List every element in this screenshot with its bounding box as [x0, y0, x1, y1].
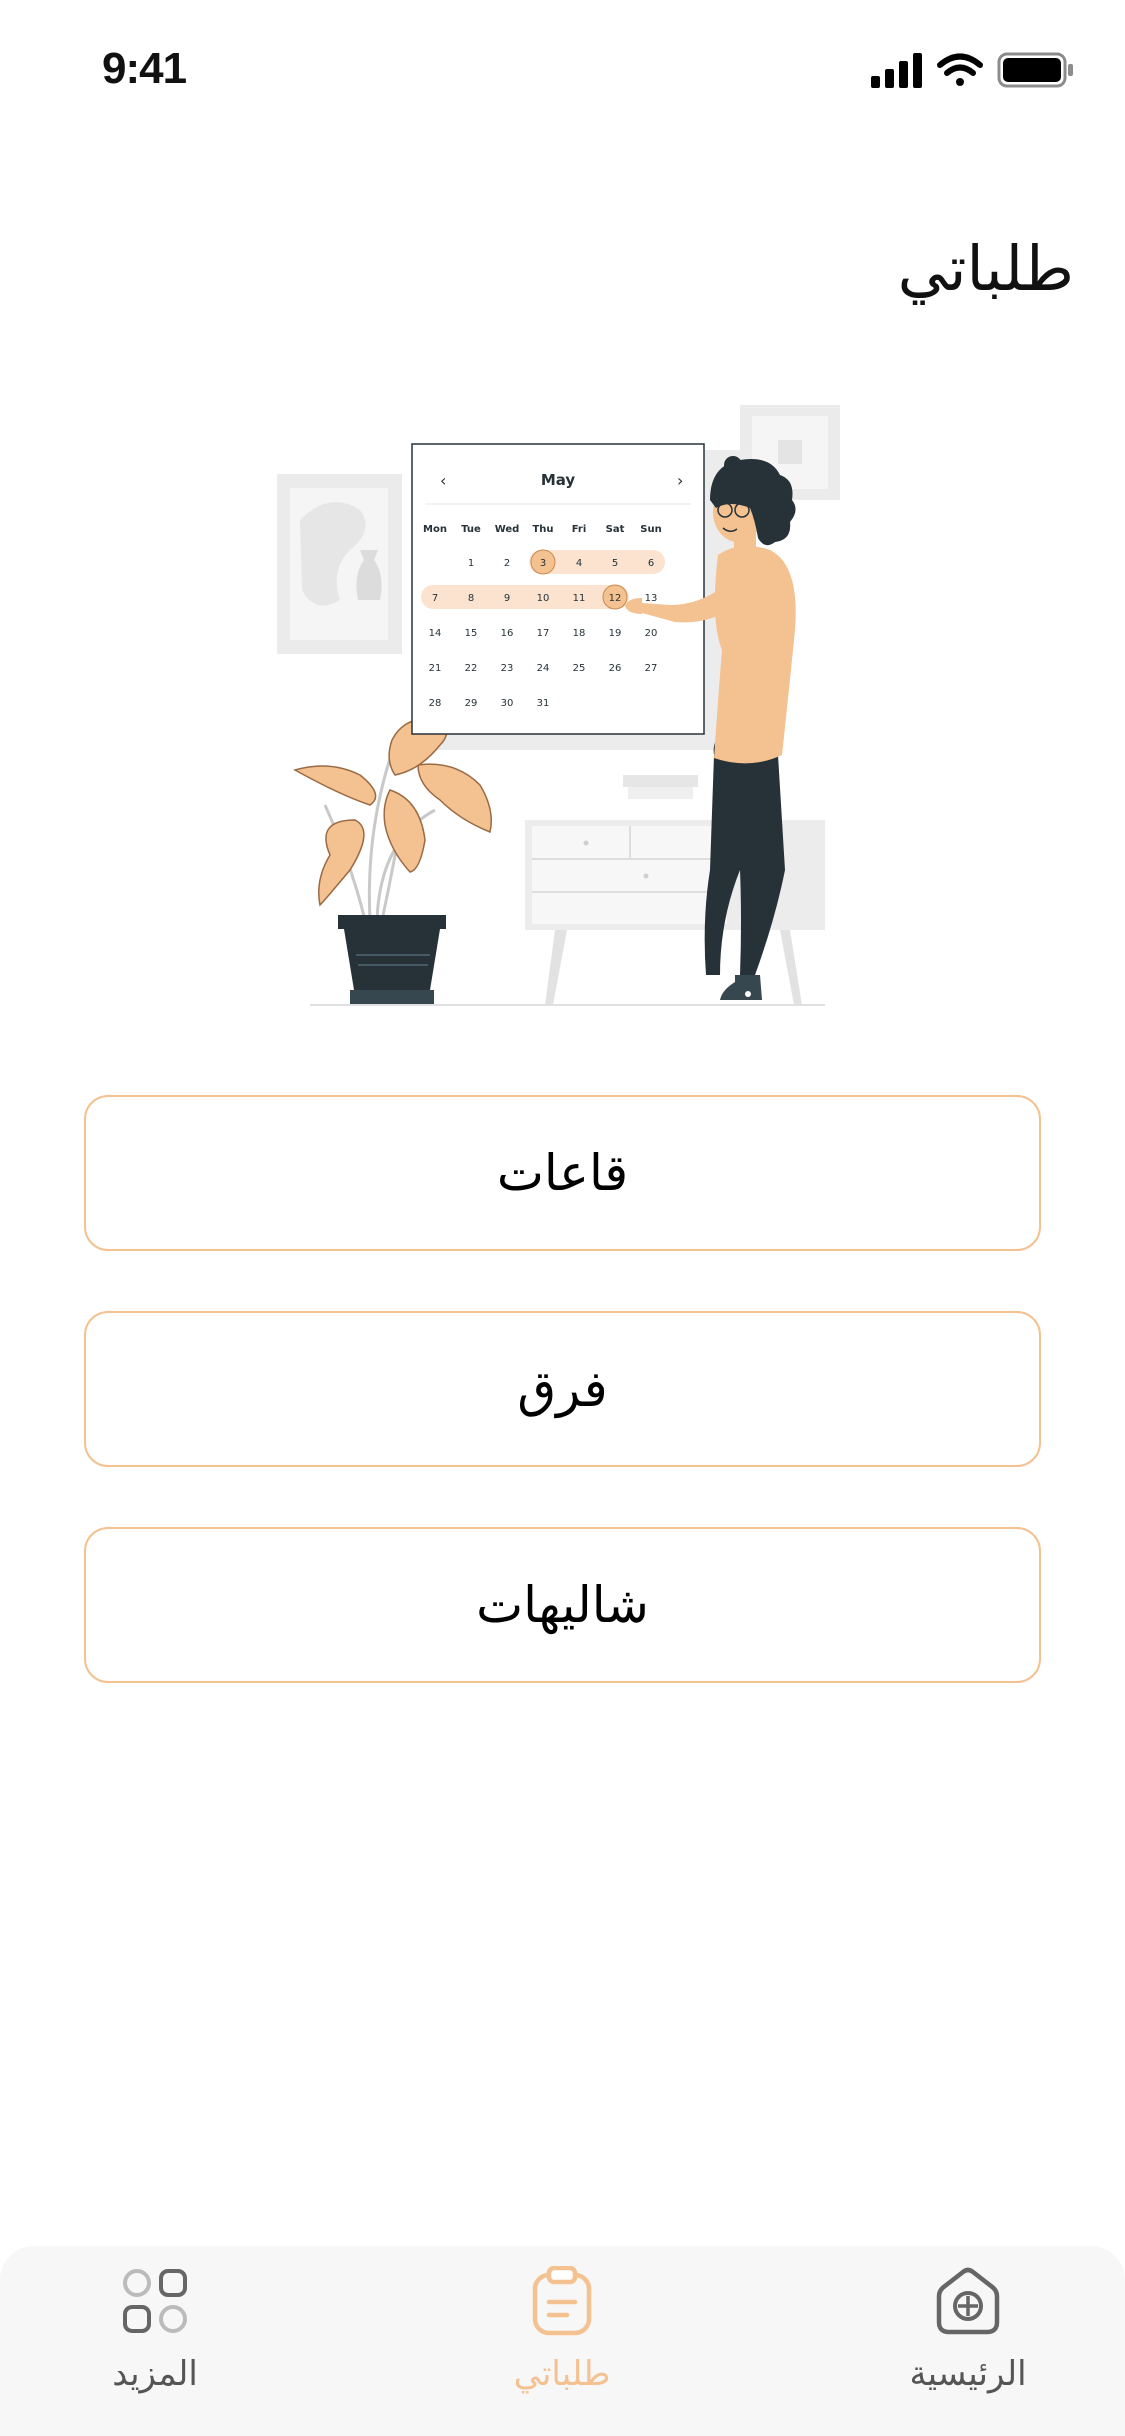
calendar-weekday: Fri: [572, 524, 587, 535]
calendar-next-icon: ›: [677, 471, 683, 490]
calendar-day: 6: [648, 558, 654, 569]
calendar-weekday: Mon: [423, 524, 447, 535]
calendar-day: 28: [429, 698, 442, 709]
calendar-day: 13: [645, 593, 658, 604]
calendar-day: 18: [573, 628, 586, 639]
calendar-day: 27: [645, 663, 658, 674]
calendar-day: 16: [501, 628, 514, 639]
calendar-weekday: Thu: [532, 524, 553, 535]
calendar-day: 23: [501, 663, 514, 674]
page-title: طلباتي: [897, 232, 1074, 305]
nav-label-more: المزيد: [112, 2354, 198, 2394]
status-icons: [871, 52, 1073, 88]
plant: [293, 718, 492, 1004]
nav-item-home[interactable]: الرئيسية: [848, 2266, 1088, 2416]
calendar-day: 31: [537, 698, 550, 709]
calendar-day: 4: [576, 558, 582, 569]
calendar-day: 25: [573, 663, 586, 674]
home-icon: [936, 2267, 1000, 2335]
calendar-day: 17: [537, 628, 550, 639]
status-time: 9:41: [102, 44, 187, 93]
calendar-day: 11: [573, 593, 586, 604]
nav-item-more[interactable]: المزيد: [35, 2266, 275, 2416]
calendar-day: 20: [645, 628, 658, 639]
chalets-button[interactable]: شاليهات: [84, 1527, 1041, 1683]
calendar-day: 22: [465, 663, 478, 674]
calendar-weekday: Sat: [606, 524, 625, 535]
calendar-weekday: Sun: [640, 524, 661, 535]
calendar-day: 5: [612, 558, 618, 569]
wifi-icon: [937, 53, 983, 86]
calendar-day: 15: [465, 628, 478, 639]
calendar-weekday: Wed: [495, 524, 520, 535]
calendar-week-highlight: [421, 585, 629, 609]
calendar-card: ‹ › May Mon Tue Wed Thu Fri Sat Sun1 2 3 4 5 67 8 9 10…: [411, 443, 705, 735]
calendar-day: 30: [501, 698, 514, 709]
calendar-day: 29: [465, 698, 478, 709]
calendar-day: 1: [468, 558, 474, 569]
calendar-weekday: Tue: [461, 524, 481, 535]
calendar-day: 3: [540, 558, 546, 569]
calendar-day: 2: [504, 558, 510, 569]
calendar-month: May: [541, 471, 576, 489]
calendar-prev-icon: ‹: [440, 471, 446, 490]
nav-label-orders: طلباتي: [513, 2354, 611, 2394]
nav-item-orders[interactable]: طلباتي: [442, 2266, 682, 2416]
calendar-day: 19: [609, 628, 622, 639]
calendar-day: 8: [468, 593, 474, 604]
clipboard-icon: [532, 2266, 592, 2336]
calendar-day: 26: [609, 663, 622, 674]
calendar-illustration: ‹ › May Mon Tue Wed Thu Fri Sat Sun1 2 3 4 5 67 8 9 10…: [277, 405, 840, 1006]
nav-label-home: الرئيسية: [909, 2354, 1027, 2394]
calendar-day: 12: [609, 593, 622, 604]
calendar-day: 7: [432, 593, 438, 604]
calendar-day: 10: [537, 593, 550, 604]
calendar-day: 24: [537, 663, 550, 674]
halls-button[interactable]: قاعات: [84, 1095, 1041, 1251]
calendar-day: 14: [429, 628, 442, 639]
calendar-day: 21: [429, 663, 442, 674]
battery-icon: [997, 52, 1073, 88]
grid-icon: [123, 2269, 187, 2333]
calendar-day: 9: [504, 593, 510, 604]
status-bar: 9:41: [0, 0, 1125, 140]
signal-icon: [871, 53, 922, 88]
bands-button[interactable]: فرق: [84, 1311, 1041, 1467]
bottom-navigation: المزيد طلباتي الرئيسية: [0, 2246, 1125, 2436]
